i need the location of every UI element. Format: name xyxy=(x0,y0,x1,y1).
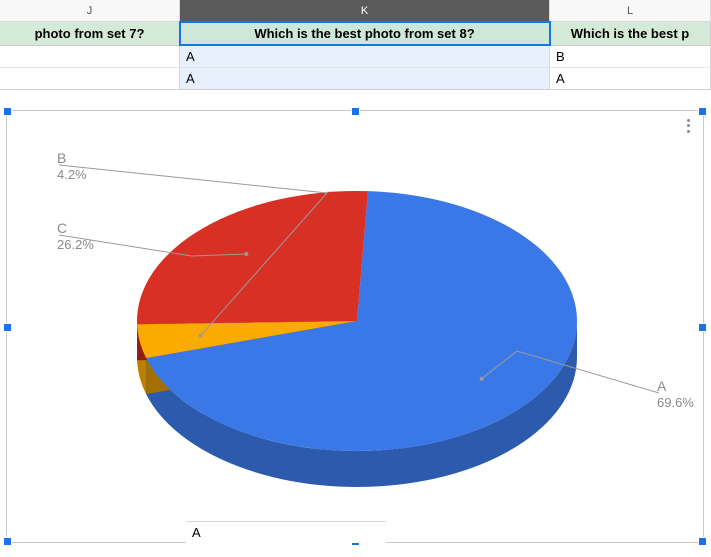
pie-chart-embed[interactable]: A69.6%B4.2%C26.2% A xyxy=(6,110,704,543)
svg-text:A: A xyxy=(657,378,667,394)
column-header-row: J K L xyxy=(0,0,711,22)
pie-chart: A69.6%B4.2%C26.2% xyxy=(7,111,705,544)
column-header-j[interactable]: J xyxy=(0,0,180,21)
table-row: A A xyxy=(0,68,711,90)
pie-slice-c[interactable] xyxy=(137,191,368,324)
table-row: A B xyxy=(0,46,711,68)
resize-handle[interactable] xyxy=(3,107,12,116)
svg-text:C: C xyxy=(57,220,67,236)
cell-peek: A xyxy=(186,521,386,543)
pie-label-a: A69.6% xyxy=(657,378,694,410)
resize-handle[interactable] xyxy=(698,107,707,116)
header-cell-j[interactable]: photo from set 7? xyxy=(0,22,180,45)
cell[interactable]: B xyxy=(550,46,711,68)
svg-text:69.6%: 69.6% xyxy=(657,395,694,410)
svg-text:26.2%: 26.2% xyxy=(57,237,94,252)
resize-handle[interactable] xyxy=(698,537,707,546)
resize-handle[interactable] xyxy=(3,323,12,332)
cell[interactable]: A xyxy=(550,68,711,90)
cell[interactable] xyxy=(0,68,180,90)
chart-menu-button[interactable] xyxy=(681,115,695,137)
header-cell-k[interactable]: Which is the best photo from set 8? xyxy=(180,22,550,45)
cell[interactable]: A xyxy=(180,46,550,68)
cell[interactable] xyxy=(0,46,180,68)
resize-handle[interactable] xyxy=(698,323,707,332)
resize-handle[interactable] xyxy=(3,537,12,546)
resize-handle[interactable] xyxy=(351,107,360,116)
cell[interactable]: A xyxy=(180,68,550,90)
header-row: photo from set 7? Which is the best phot… xyxy=(0,22,711,46)
svg-text:4.2%: 4.2% xyxy=(57,167,87,182)
spreadsheet: J K L photo from set 7? Which is the bes… xyxy=(0,0,711,557)
column-header-l[interactable]: L xyxy=(550,0,711,21)
header-cell-l[interactable]: Which is the best p xyxy=(550,22,711,45)
svg-text:B: B xyxy=(57,150,66,166)
column-header-k[interactable]: K xyxy=(180,0,550,21)
